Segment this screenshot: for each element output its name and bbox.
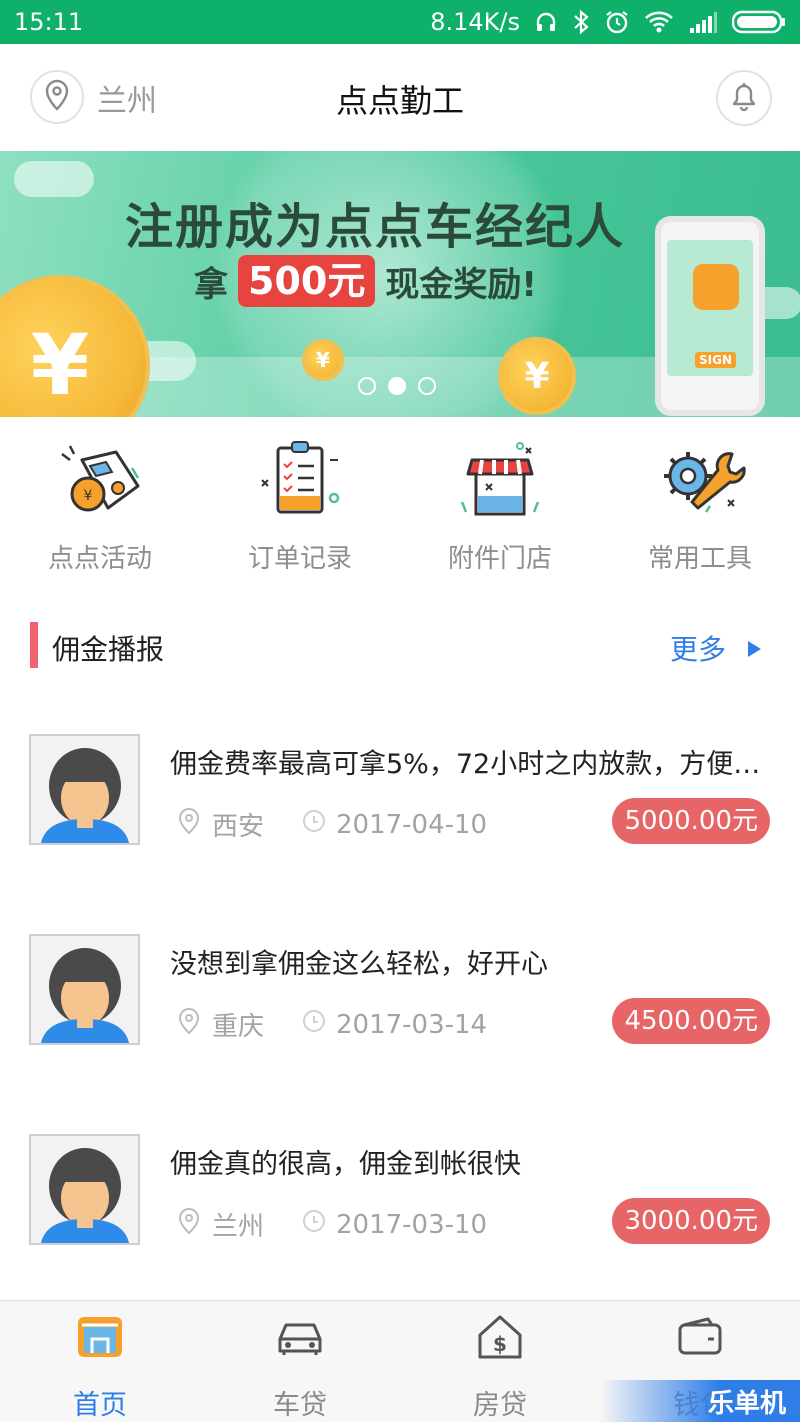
headset-icon: [534, 10, 558, 34]
carousel-dot[interactable]: [358, 377, 376, 395]
banner-amount: 500元: [238, 255, 376, 307]
house-dollar-icon: $: [472, 1311, 528, 1363]
location-pin-icon: [178, 807, 200, 842]
sign-label: SIGN: [695, 352, 736, 368]
list-item[interactable]: 佣金费率最高可拿5%，72小时之内放款，方便… 西安 2017-04-10 50…: [0, 734, 800, 846]
svg-text:$: $: [493, 1332, 507, 1356]
alarm-icon: [604, 9, 630, 35]
store-icon: [452, 440, 548, 522]
feed-message: 佣金真的很高，佣金到帐很快: [170, 1149, 521, 1180]
list-item[interactable]: 没想到拿佣金这么轻松，好开心 重庆 2017-03-14 4500.00元: [0, 934, 800, 1046]
tools-icon: [652, 440, 748, 522]
status-time: 15:11: [14, 8, 84, 36]
quick-menu: ¥ 点点活动 订单记录 附件门店 常用工具: [0, 440, 800, 580]
commission-amount-badge: 5000.00元: [612, 798, 770, 844]
quick-item-label: 订单记录: [247, 544, 352, 574]
more-link[interactable]: 更多: [670, 628, 762, 668]
bottom-navigation: 首页 车贷 $ 房贷 钱包 乐单机: [0, 1300, 800, 1422]
clock-icon: [302, 809, 326, 840]
network-speed: 8.14K/s: [430, 8, 520, 36]
nav-house-loan[interactable]: $ 房贷: [400, 1301, 600, 1422]
nav-label: 房贷: [473, 1390, 527, 1421]
feed-message: 没想到拿佣金这么轻松，好开心: [170, 949, 548, 980]
quick-item-label: 点点活动: [47, 544, 152, 574]
banner-headline: 注册成为点点车经纪人: [124, 199, 625, 255]
coin-decoration: ¥: [302, 339, 344, 381]
battery-icon: [732, 10, 786, 34]
phone-illustration: SIGN: [655, 216, 765, 416]
wifi-icon: [644, 10, 674, 34]
feed-meta: 重庆 2017-03-14: [178, 1006, 487, 1043]
page-title: 点点勤工: [335, 82, 464, 120]
quick-item-tools[interactable]: 常用工具: [600, 440, 800, 580]
feed-message: 佣金费率最高可拿5%，72小时之内放款，方便…: [170, 749, 761, 780]
signal-icon: [688, 10, 718, 34]
feed-meta: 兰州 2017-03-10: [178, 1206, 487, 1243]
banner-subline: 拿 500元 现金奖励!: [194, 255, 537, 307]
location-pin-icon: [178, 1007, 200, 1042]
carousel-indicator: [358, 377, 436, 395]
watermark: 乐单机: [600, 1380, 800, 1422]
commission-section-header: 佣金播报 更多: [0, 618, 800, 674]
status-bar: 15:11 8.14K/s: [0, 0, 800, 44]
bluetooth-icon: [572, 9, 590, 35]
section-accent-bar: [30, 622, 38, 668]
avatar: [29, 734, 140, 845]
feed-city: 兰州: [212, 1212, 265, 1242]
svg-text:¥: ¥: [84, 488, 93, 504]
promo-banner[interactable]: ¥ ¥ ¥ 注册成为点点车经纪人 拿 500元 现金奖励! SIGN: [0, 151, 800, 417]
quick-item-label: 常用工具: [647, 544, 752, 574]
quick-item-activities[interactable]: ¥ 点点活动: [0, 440, 200, 580]
feed-date: 2017-03-14: [336, 1009, 488, 1040]
feed-city: 西安: [212, 812, 265, 842]
more-label: 更多: [669, 633, 726, 666]
wallet-icon: [672, 1311, 728, 1363]
commission-amount-badge: 4500.00元: [612, 998, 770, 1044]
feed-date: 2017-04-10: [336, 809, 488, 840]
bell-icon: [729, 80, 759, 116]
car-icon: [272, 1311, 328, 1363]
status-icons: 8.14K/s: [430, 8, 786, 36]
app-icon: [693, 264, 739, 310]
feed-date: 2017-03-10: [336, 1209, 488, 1240]
commission-amount-badge: 3000.00元: [612, 1198, 770, 1244]
quick-item-stores[interactable]: 附件门店: [400, 440, 600, 580]
quick-item-label: 附件门店: [447, 544, 552, 574]
triangle-right-icon: [746, 632, 762, 665]
nav-home[interactable]: 首页: [0, 1301, 200, 1422]
feed-city: 重庆: [212, 1012, 265, 1042]
clipboard-icon: [252, 440, 348, 522]
feed-meta: 西安 2017-04-10: [178, 806, 487, 843]
list-item[interactable]: 佣金真的很高，佣金到帐很快 兰州 2017-03-10 3000.00元: [0, 1134, 800, 1246]
nav-label: 车贷: [273, 1390, 327, 1421]
quick-item-orders[interactable]: 订单记录: [200, 440, 400, 580]
app-header: 兰州 点点勤工: [0, 44, 800, 151]
section-title: 佣金播报: [52, 633, 165, 666]
carousel-dot-active[interactable]: [388, 377, 406, 395]
home-icon: [72, 1311, 128, 1363]
clock-icon: [302, 1009, 326, 1040]
carousel-dot[interactable]: [418, 377, 436, 395]
avatar: [29, 934, 140, 1045]
clock-icon: [302, 1209, 326, 1240]
nav-car-loan[interactable]: 车贷: [200, 1301, 400, 1422]
notification-button[interactable]: [716, 70, 772, 126]
coin-decoration: ¥: [0, 275, 150, 417]
car-tag-icon: ¥: [52, 440, 148, 522]
location-pin-icon: [178, 1207, 200, 1242]
avatar: [29, 1134, 140, 1245]
nav-label: 首页: [73, 1390, 127, 1421]
coin-decoration: ¥: [498, 337, 576, 415]
